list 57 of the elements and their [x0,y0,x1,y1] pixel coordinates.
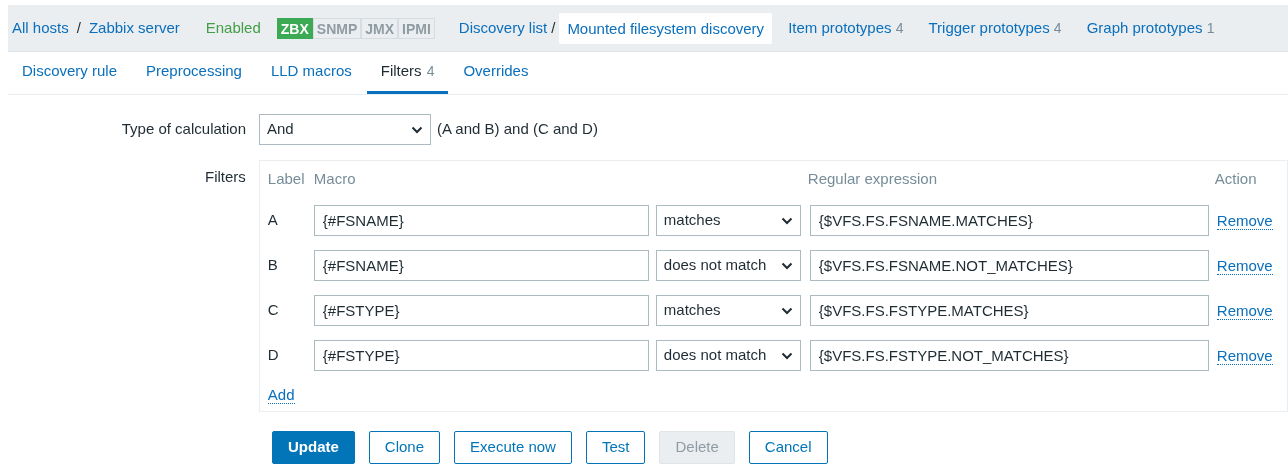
chevron-down-icon [780,216,793,225]
field-label: Filters [203,167,247,187]
chevron-down-icon [780,306,793,315]
remove-link[interactable]: Remove [1216,346,1273,365]
macro-field[interactable]: {#FSNAME} [313,250,649,281]
action-button[interactable]: Execute now [454,431,572,464]
tab[interactable]: Overrides [449,52,543,94]
filter-label: C [267,300,280,321]
prototype-link[interactable]: Graph prototypes 1 [1086,16,1215,40]
availability-badge: ZBX [276,17,313,39]
tab[interactable]: Filters 4 [366,52,449,94]
macro-field[interactable]: {#FSTYPE} [313,340,649,371]
action-button[interactable]: Update [272,431,355,464]
formula-text: (A and B) and (C and D) [437,119,598,140]
breadcrumb-link[interactable]: Discovery list [458,16,548,40]
action-button[interactable]: Clone [368,431,441,464]
column-header: Regular expression [807,168,939,189]
remove-link[interactable]: Remove [1216,301,1273,320]
availability-badge: SNMP [312,17,362,39]
regex-field[interactable]: {$VFS.FS.FSTYPE.MATCHES} [809,295,1209,326]
remove-link[interactable]: Remove [1216,211,1273,230]
select-field[interactable]: does not match [655,340,801,371]
tab[interactable]: Preprocessing [132,52,256,94]
macro-field[interactable]: {#FSTYPE} [313,295,649,326]
column-header: Label [267,168,306,189]
action-button[interactable]: Cancel [748,431,828,464]
macro-field[interactable]: {#FSNAME} [313,205,649,236]
chevron-down-icon [780,261,793,270]
field-label: Type of calculation [120,119,247,140]
separator: / [76,17,81,38]
select-field[interactable]: And [259,114,431,145]
select-field[interactable]: matches [655,295,801,326]
regex-field[interactable]: {$VFS.FS.FSNAME.MATCHES} [809,205,1209,236]
column-header: Action [1214,168,1257,189]
filter-label: A [267,210,279,231]
select-field[interactable]: matches [655,205,801,236]
tab[interactable]: Discovery rule [8,52,132,94]
filter-label: D [267,345,280,366]
chevron-down-icon [411,125,423,134]
separator: / [551,17,556,38]
tab[interactable]: LLD macros [256,52,366,94]
select-field[interactable]: does not match [655,250,801,281]
action-button[interactable]: Test [585,431,646,464]
add-link[interactable]: Add [267,386,295,404]
column-header: Macro [313,168,357,189]
chevron-down-icon [780,351,793,360]
filter-label: B [267,255,279,276]
status-text: Enabled [205,17,261,38]
remove-link[interactable]: Remove [1216,256,1273,275]
breadcrumb-link[interactable]: Zabbix server [88,16,180,40]
availability-badge: IPMI [398,17,435,39]
regex-field[interactable]: {$VFS.FS.FSNAME.NOT_MATCHES} [809,250,1209,281]
regex-field[interactable]: {$VFS.FS.FSTYPE.NOT_MATCHES} [809,340,1209,371]
prototype-link[interactable]: Trigger prototypes 4 [928,16,1062,40]
availability-badge: JMX [361,17,399,39]
prototype-link[interactable]: Item prototypes 4 [788,16,904,40]
breadcrumb-link[interactable]: All hosts [12,16,69,40]
